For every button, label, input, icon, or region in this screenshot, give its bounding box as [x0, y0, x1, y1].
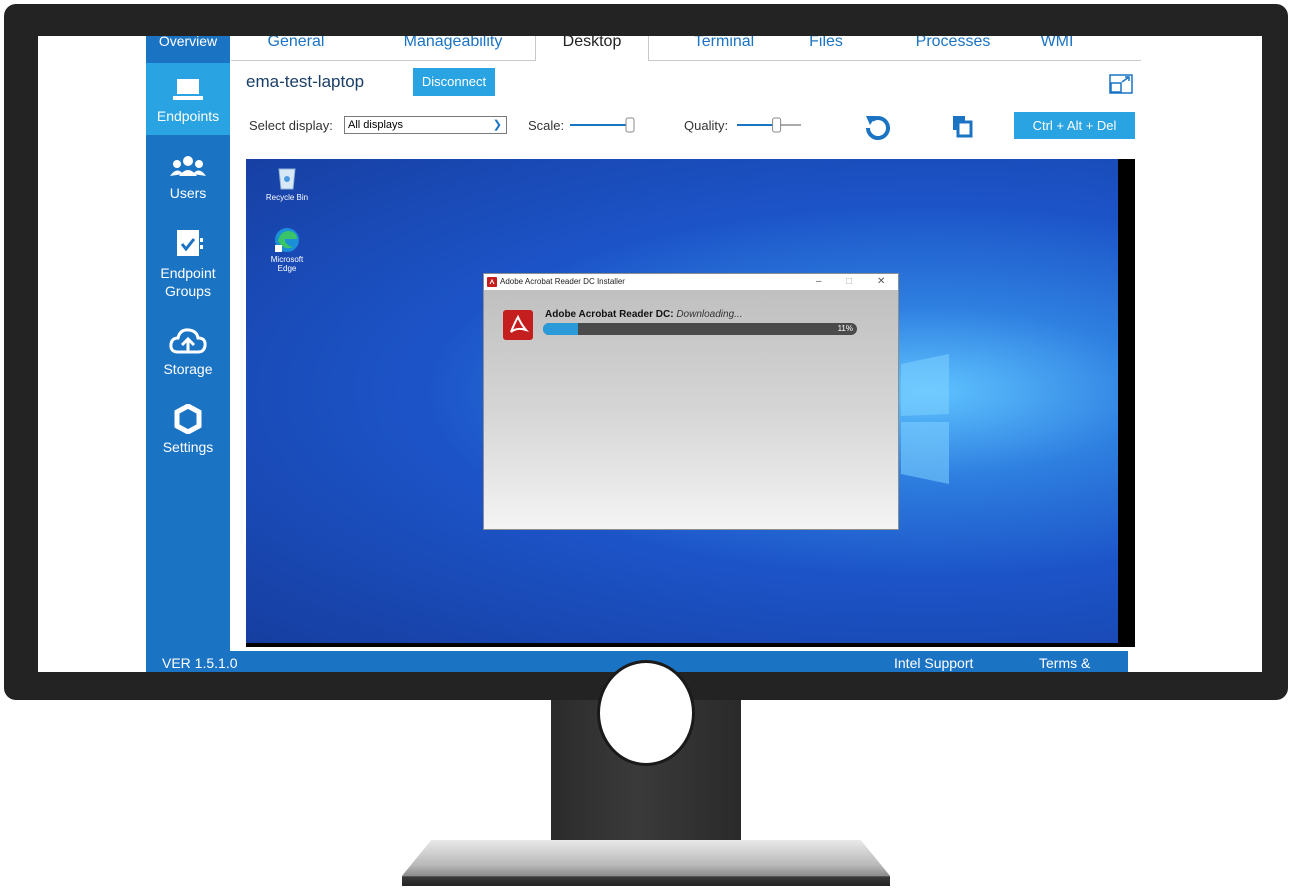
sidebar-item-endpoint-groups[interactable]: Endpoint Groups	[146, 228, 230, 308]
acrobat-small-icon	[487, 277, 497, 287]
maximize-button[interactable]: □	[846, 274, 852, 290]
status-text: Downloading...	[676, 309, 743, 320]
progress-percent: 11%	[837, 324, 853, 333]
product-name: Adobe Acrobat Reader DC:	[545, 309, 674, 320]
sidebar-item-endpoints[interactable]: Endpoints	[146, 63, 230, 135]
sidebar-item-users[interactable]: Users	[146, 154, 230, 214]
refresh-icon[interactable]	[864, 112, 892, 140]
tab-manageability[interactable]: Manageability	[387, 36, 519, 54]
sidebar-item-label: Endpoints	[156, 108, 220, 124]
scale-label: Scale:	[528, 118, 565, 133]
cloud-upload-icon	[169, 328, 207, 354]
tab-processes[interactable]: Processes	[897, 36, 1009, 54]
dialog-titlebar: Adobe Acrobat Reader DC Installer – □ ✕	[484, 274, 898, 290]
sidebar-item-label: Endpoint Groups	[160, 265, 216, 299]
sidebar-item-overview[interactable]: Overview	[146, 36, 230, 54]
laptop-icon	[173, 79, 203, 100]
sidebar-item-label: Users	[169, 185, 207, 201]
tab-bar: General Manageability Desktop Terminal F…	[231, 36, 1141, 61]
monitor-stand-base	[402, 840, 890, 886]
minimize-button[interactable]: –	[816, 274, 822, 290]
recycle-bin-icon	[278, 168, 296, 190]
sidebar: Overview Endpoints Users Endpoint Groups…	[146, 36, 230, 651]
desktop-icon-label: Recycle Bin	[265, 193, 309, 202]
select-display-value: All displays	[348, 119, 404, 131]
scale-slider-thumb[interactable]	[625, 117, 635, 133]
disconnect-button[interactable]: Disconnect	[413, 68, 495, 96]
endpoint-groups-icon	[177, 230, 203, 256]
remote-desktop-wallpaper: Recycle Bin Microsoft Edge Adobe Acrobat…	[246, 159, 1118, 643]
clipboard-icon[interactable]	[950, 114, 974, 138]
desktop-icon-label: Microsoft Edge	[270, 255, 304, 273]
sidebar-item-storage[interactable]: Storage	[146, 326, 230, 386]
dialog-title: Adobe Acrobat Reader DC Installer	[500, 277, 625, 286]
desktop-icon-recycle-bin[interactable]: Recycle Bin	[264, 165, 310, 202]
tab-terminal[interactable]: Terminal	[679, 36, 769, 54]
close-button[interactable]: ✕	[877, 274, 885, 290]
acrobat-icon	[503, 310, 533, 340]
monitor-screen: Overview Endpoints Users Endpoint Groups…	[38, 36, 1262, 672]
chevron-down-icon: ❯	[492, 119, 502, 131]
intel-support-link[interactable]: Intel Support	[894, 651, 973, 672]
monitor-bezel: Overview Endpoints Users Endpoint Groups…	[4, 4, 1288, 700]
sidebar-item-settings[interactable]: Settings	[146, 404, 230, 464]
monitor-stand-cutout	[597, 660, 695, 766]
tab-wmi[interactable]: WMI	[1027, 36, 1087, 54]
download-status: Adobe Acrobat Reader DC: Downloading...	[545, 309, 742, 320]
installer-dialog: Adobe Acrobat Reader DC Installer – □ ✕ …	[483, 273, 899, 530]
remote-desktop-view[interactable]: Recycle Bin Microsoft Edge Adobe Acrobat…	[246, 159, 1135, 647]
tab-files[interactable]: Files	[791, 36, 861, 54]
users-icon	[170, 156, 206, 176]
edge-icon	[275, 228, 299, 252]
select-display-dropdown[interactable]: All displays ❯	[344, 116, 507, 134]
tab-general[interactable]: General	[251, 36, 341, 54]
ctrl-alt-del-button[interactable]: Ctrl + Alt + Del	[1014, 112, 1135, 139]
select-display-label: Select display:	[249, 118, 333, 133]
quality-slider[interactable]	[737, 116, 807, 134]
progress-bar: 11%	[543, 323, 857, 335]
gear-icon	[174, 404, 202, 434]
progress-bar-fill	[543, 323, 578, 335]
quality-label: Quality:	[684, 118, 729, 133]
scale-slider[interactable]	[570, 116, 640, 134]
quality-slider-thumb[interactable]	[772, 117, 782, 133]
sidebar-item-label: Settings	[162, 439, 214, 455]
windows-logo-watermark	[901, 354, 949, 484]
device-name: ema-test-laptop	[246, 72, 365, 91]
sidebar-item-label: Storage	[163, 361, 213, 377]
desktop-icon-edge[interactable]: Microsoft Edge	[264, 227, 310, 273]
fullscreen-icon[interactable]	[1109, 74, 1133, 94]
terms-privacy-link[interactable]: Terms & privacy	[1039, 651, 1128, 672]
version-label: VER 1.5.1.0	[162, 655, 238, 671]
tab-desktop[interactable]: Desktop	[535, 36, 649, 61]
